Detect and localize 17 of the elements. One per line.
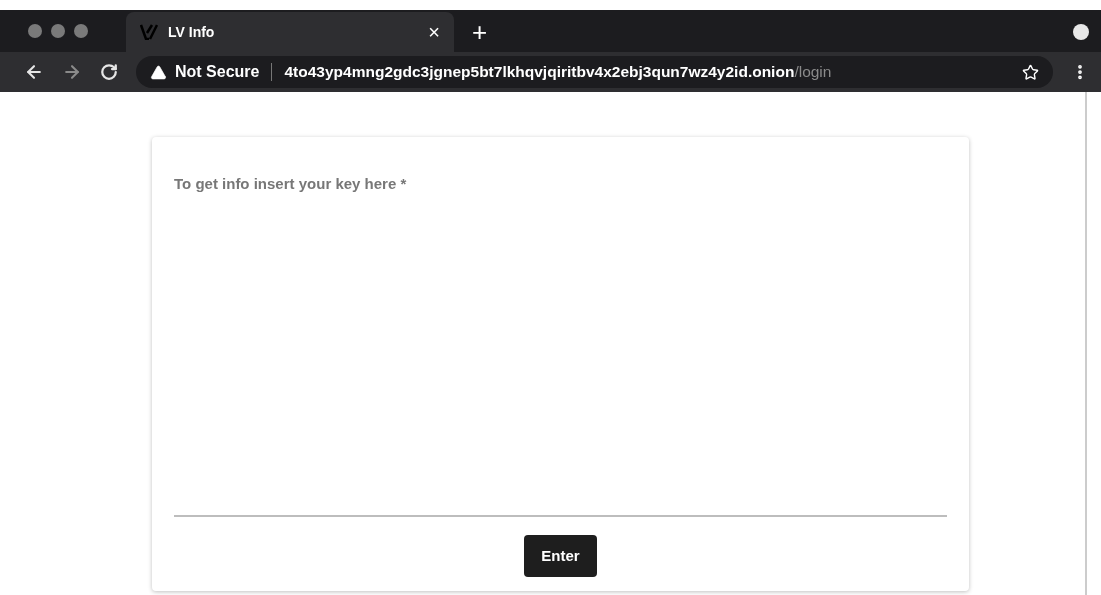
monogram-icon [140,24,158,40]
url-path: /login [794,63,832,81]
new-tab-button[interactable]: + [472,12,488,52]
key-field[interactable]: To get info insert your key here * [174,173,947,517]
reload-icon[interactable] [100,63,118,81]
address-bar[interactable]: Not Secure 4to43yp4mng2gdc3jgnep5bt7lkhqvjqiritbv4x2ebj3qun7wz4y2id.onion/login [136,56,1053,88]
back-icon[interactable] [24,62,44,82]
profile-icon[interactable] [1073,24,1089,40]
tab-title: LV Info [168,22,216,42]
bookmark-star-icon[interactable] [1022,63,1039,81]
security-label: Not Secure [175,62,260,82]
enter-button[interactable]: Enter [524,534,597,577]
forward-icon[interactable] [62,62,82,82]
browser-tab[interactable]: LV Info × [126,12,454,52]
tab-close-button[interactable]: × [428,22,440,42]
warning-icon [150,63,167,81]
url-host: 4to43yp4mng2gdc3jgnep5bt7lkhqvjqiritbv4x2ebj3qun7wz4y2id.onion [284,63,795,81]
